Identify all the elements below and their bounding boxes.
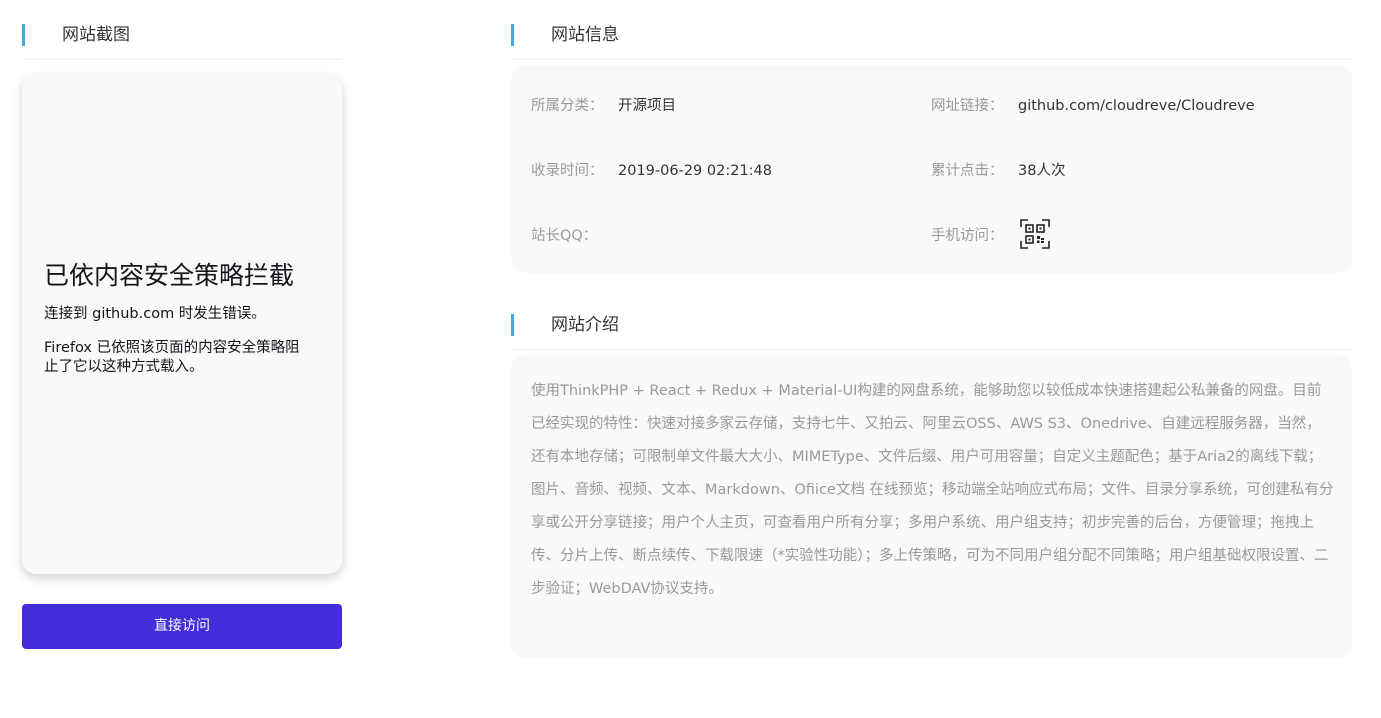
mobile-access-label: 手机访问： [931, 228, 1004, 244]
section-divider [511, 349, 1352, 350]
accent-bar [511, 314, 514, 336]
visit-site-button[interactable]: 直接访问 [22, 604, 342, 649]
error-description: Firefox 已依照该页面的内容安全策略阻止了它以这种方式载入。 [44, 340, 300, 375]
error-title: 已依内容安全策略拦截 [44, 261, 295, 290]
url-value[interactable]: github.com/cloudreve/Cloudreve [1018, 96, 1255, 116]
intro-section-header: 网站介绍 [511, 314, 1352, 336]
added-time-label: 收录时间： [531, 163, 604, 179]
section-divider [511, 59, 1352, 60]
accent-bar [22, 24, 25, 46]
category-label: 所属分类： [531, 98, 604, 114]
section-title: 网站介绍 [551, 315, 619, 335]
added-time-value: 2019-06-29 02:21:48 [618, 163, 772, 179]
webmaster-qq-label: 站长QQ： [531, 228, 598, 244]
error-message: 连接到 github.com 时发生错误。 [44, 306, 266, 322]
site-intro-card: 使用ThinkPHP + React + Redux + Material-UI… [511, 355, 1352, 658]
clicks-label: 累计点击： [931, 163, 1004, 179]
website-screenshot-frame: 已依内容安全策略拦截 连接到 github.com 时发生错误。 Firefox… [22, 75, 342, 574]
category-value[interactable]: 开源项目 [618, 96, 676, 116]
accent-bar [511, 24, 514, 46]
site-info-card: 所属分类： 开源项目 网址链接： github.com/cloudreve/Cl… [511, 65, 1352, 273]
section-title: 网站信息 [551, 25, 619, 45]
screenshot-section-header: 网站截图 [22, 24, 342, 46]
url-label: 网址链接： [931, 98, 1004, 114]
intro-text: 使用ThinkPHP + React + Redux + Material-UI… [531, 383, 1334, 597]
clicks-value: 38人次 [1018, 163, 1066, 179]
section-divider [22, 59, 342, 60]
info-section-header: 网站信息 [511, 24, 1352, 46]
qr-code-icon[interactable] [1020, 219, 1050, 249]
section-title: 网站截图 [62, 25, 130, 45]
